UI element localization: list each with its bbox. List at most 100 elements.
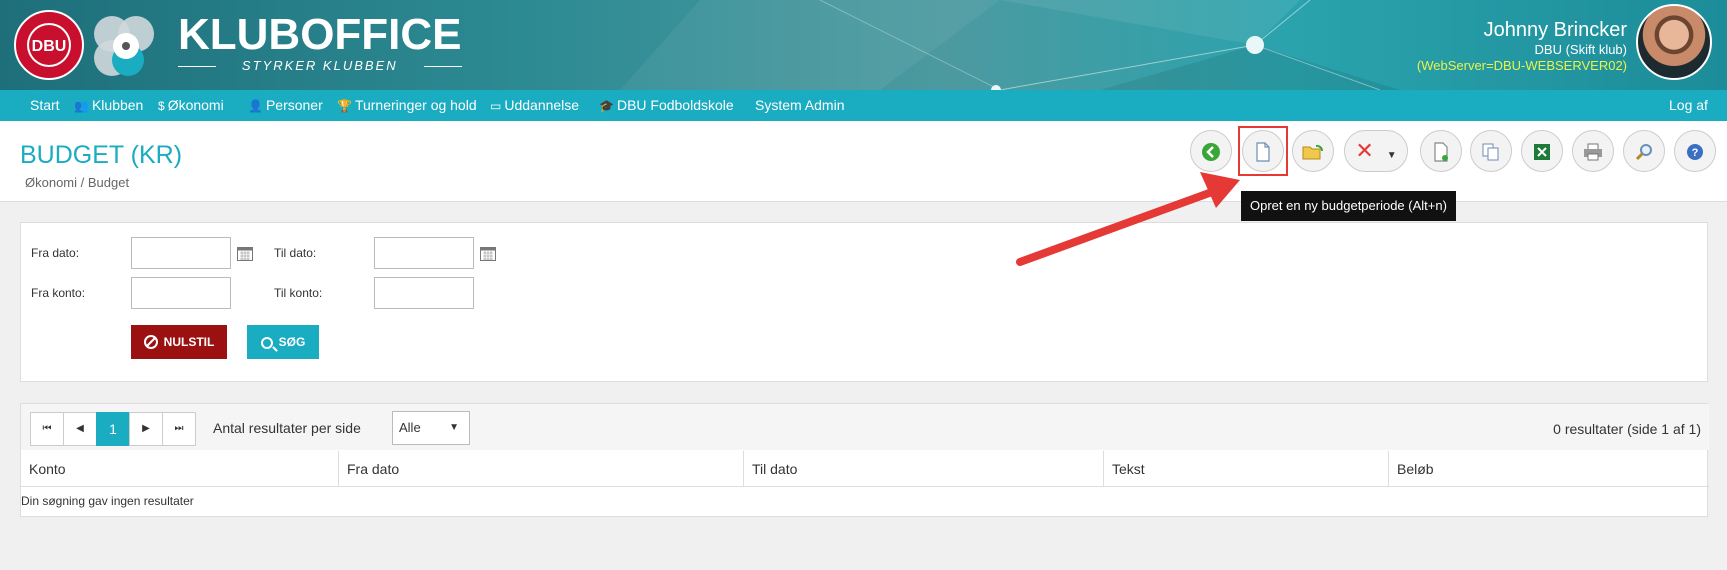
first-page-button[interactable]: ⏮ [30, 412, 64, 446]
delete-x-icon: ✕ [1355, 138, 1374, 163]
add-document-button[interactable] [1420, 130, 1462, 172]
nav-item-label: Personer [265, 97, 323, 113]
nav-item-label: Start [30, 97, 60, 113]
breadcrumb[interactable]: Økonomi / Budget [25, 175, 129, 190]
column-header-konto[interactable]: Konto [21, 451, 339, 487]
nav-item-uddannelse[interactable]: ▭ Uddannelse [490, 90, 579, 121]
til-dato-input[interactable] [374, 237, 474, 269]
app-header: DBU KLUBOFFICE STYRKER KLUBBEN Johnny Br… [0, 0, 1727, 90]
back-button[interactable] [1190, 130, 1232, 172]
presentation-icon: ▭ [490, 99, 502, 113]
fra-dato-input[interactable] [131, 237, 231, 269]
tooltip: Opret en ny budgetperiode (Alt+n) [1241, 191, 1456, 221]
ban-icon [143, 335, 158, 350]
nav-item-system-admin[interactable]: System Admin [755, 90, 844, 121]
user-info: Johnny Brincker DBU (Skift klub) (WebSer… [1417, 18, 1627, 74]
nav-item-start[interactable]: Start [30, 90, 60, 121]
next-page-icon: ▶ [142, 423, 150, 434]
logout-link[interactable]: Log af [1669, 90, 1708, 121]
nav-item-turneringer[interactable]: 🏆 Turneringer og hold [337, 90, 477, 121]
til-konto-input[interactable] [374, 277, 474, 309]
user-name: Johnny Brincker [1483, 19, 1627, 41]
column-header-tekst[interactable]: Tekst [1104, 451, 1389, 487]
graduation-cap-icon: 🎓 [599, 99, 614, 113]
per-page-select[interactable]: Alle ▼ [392, 411, 470, 445]
delete-dropdown-button[interactable]: ✕ ▼ [1344, 130, 1408, 172]
copy-button[interactable] [1470, 130, 1512, 172]
page-header: BUDGET (KR) Økonomi / Budget [0, 121, 1727, 202]
fra-dato-label: Fra dato: [31, 246, 80, 260]
nav-item-label: Uddannelse [504, 97, 580, 113]
help-button[interactable]: ? [1674, 130, 1716, 172]
chevron-down-icon: ▼ [1386, 150, 1397, 161]
per-page-value: Alle [399, 420, 421, 435]
per-page-label: Antal resultater per side [213, 420, 361, 436]
folder-open-icon [1302, 145, 1323, 160]
brand: KLUBOFFICE STYRKER KLUBBEN [178, 12, 462, 73]
til-dato-label: Til dato: [274, 246, 317, 260]
coin-icon: $ [158, 99, 165, 113]
calendar-icon[interactable] [480, 247, 496, 261]
document-add-icon [1434, 142, 1448, 162]
column-header-fra-dato[interactable]: Fra dato [339, 451, 744, 487]
column-header-til-dato[interactable]: Til dato [744, 451, 1104, 487]
search-panel: Fra dato: Til dato: Fra konto: Til konto… [20, 222, 1708, 382]
last-page-button[interactable]: ⏭ [162, 412, 196, 446]
nav-item-okonomi[interactable]: $ Økonomi [158, 90, 224, 121]
avatar[interactable] [1636, 4, 1712, 80]
pagination: ⏮ ◀ 1 ▶ ⏭ [30, 412, 196, 446]
nav-item-label: DBU Fodboldskole [616, 97, 734, 113]
nav-item-label: System Admin [755, 97, 845, 113]
prev-page-button[interactable]: ◀ [63, 412, 97, 446]
next-page-button[interactable]: ▶ [129, 412, 163, 446]
nav-item-klubben[interactable]: 👥 Klubben [74, 90, 143, 121]
brand-subtitle: STYRKER KLUBBEN [178, 58, 462, 73]
nav-item-personer[interactable]: 👤 Personer [248, 90, 323, 121]
print-button[interactable] [1572, 130, 1614, 172]
fra-konto-label: Fra konto: [31, 286, 86, 300]
magnifier-icon [1635, 144, 1652, 161]
switch-club-link[interactable]: DBU (Skift klub) [1417, 42, 1627, 58]
column-header-belob[interactable]: Beløb [1389, 451, 1709, 487]
highlight-box [1238, 126, 1288, 176]
fra-konto-input[interactable] [131, 277, 231, 309]
club-logo [88, 10, 160, 80]
table-header: Konto Fra dato Til dato Tekst Beløb [21, 451, 1709, 487]
last-page-icon: ⏭ [174, 423, 184, 434]
copy-icon [1482, 143, 1499, 161]
brand-title: KLUBOFFICE [178, 10, 462, 59]
reset-label: NULSTIL [163, 334, 215, 349]
back-arrow-icon [1202, 143, 1220, 162]
page-title: BUDGET (KR) [20, 141, 183, 169]
calendar-icon[interactable] [237, 247, 253, 261]
results-toolbar: ⏮ ◀ 1 ▶ ⏭ Antal resultater per side Alle… [21, 404, 1709, 450]
excel-export-button[interactable] [1521, 130, 1563, 172]
results-panel: ⏮ ◀ 1 ▶ ⏭ Antal resultater per side Alle… [20, 403, 1709, 517]
printer-icon [1584, 143, 1602, 161]
til-konto-label: Til konto: [274, 286, 323, 300]
empty-results-message: Din søgning gav ingen resultater [21, 494, 194, 508]
svg-text:?: ? [1692, 147, 1699, 159]
search-zoom-button[interactable] [1623, 130, 1665, 172]
nav-item-fodboldskole[interactable]: 🎓 DBU Fodboldskole [599, 90, 734, 121]
nav-item-label: Turneringer og hold [354, 97, 477, 113]
prev-page-icon: ◀ [76, 423, 84, 434]
nav-item-label: Klubben [91, 97, 144, 113]
excel-icon [1534, 144, 1550, 161]
reset-button[interactable]: NULSTIL [131, 325, 227, 359]
nav-item-label: Økonomi [167, 97, 224, 113]
dbu-logo-text: DBU [32, 38, 67, 55]
trophy-icon: 🏆 [337, 99, 352, 113]
results-count: 0 resultater (side 1 af 1) [1553, 421, 1701, 437]
dbu-logo[interactable]: DBU [14, 10, 84, 80]
page-button-current[interactable]: 1 [96, 412, 130, 446]
person-icon: 👤 [248, 99, 263, 113]
chevron-down-icon: ▼ [449, 422, 459, 433]
open-folder-button[interactable] [1292, 130, 1334, 172]
search-label: SØG [278, 335, 306, 349]
help-icon: ? [1687, 144, 1703, 161]
server-info: (WebServer=DBU-WEBSERVER02) [1416, 58, 1627, 73]
main-nav: Start 👥 Klubben $ Økonomi 👤 Personer 🏆 Turne… [0, 90, 1727, 121]
people-icon: 👥 [74, 99, 89, 113]
search-button[interactable]: SØG [247, 325, 319, 359]
